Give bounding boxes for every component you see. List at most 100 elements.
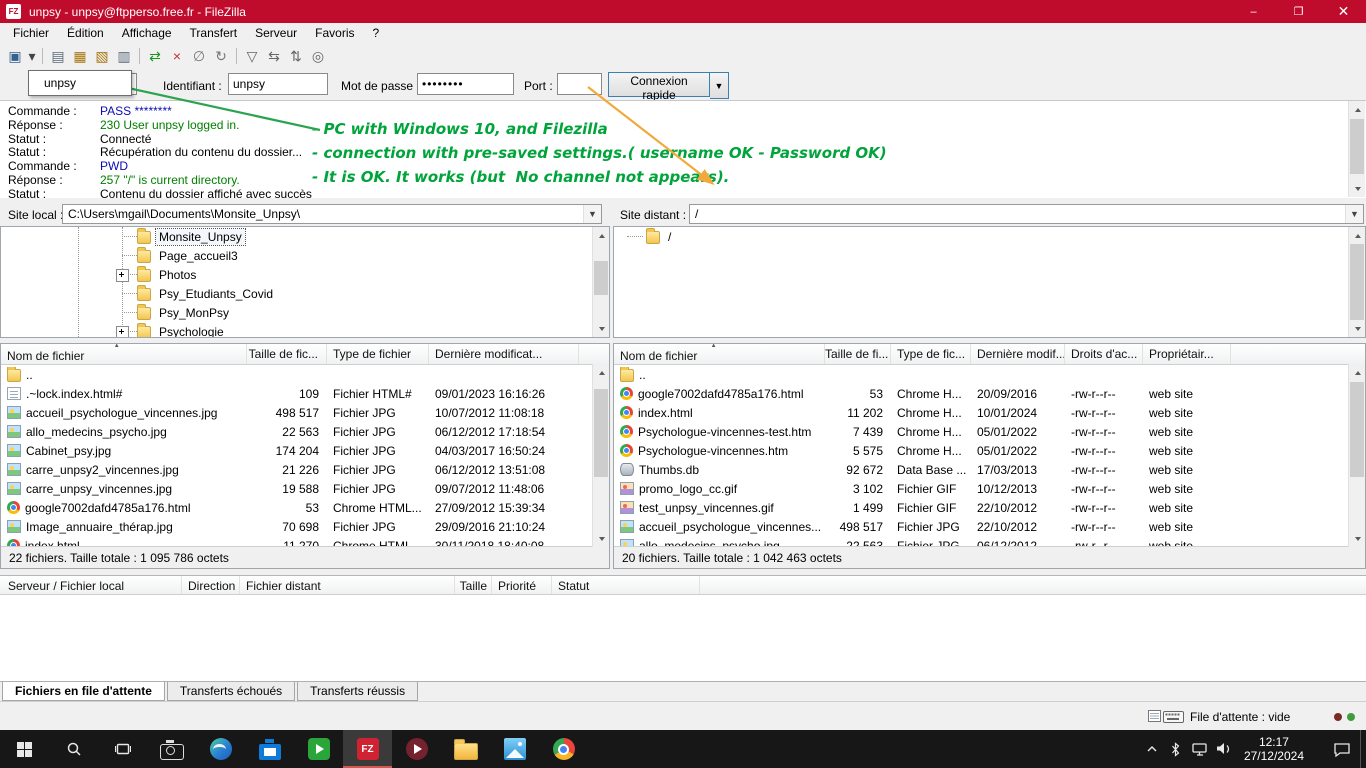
quickconnect-button[interactable]: Connexion rapide <box>608 72 710 97</box>
microsoft-store[interactable] <box>245 730 294 768</box>
column-header-size[interactable]: Taille de fic... <box>247 344 327 364</box>
log-scrollbar[interactable] <box>1348 101 1365 197</box>
scroll-up-icon[interactable] <box>1349 227 1366 244</box>
toggle-message-log-icon[interactable]: ▤ <box>47 45 69 67</box>
remote-tree-scrollbar[interactable] <box>1348 227 1365 337</box>
file-row[interactable]: accueil_psychologue_vincennes... 498 517… <box>614 517 1365 536</box>
file-row[interactable]: carre_unpsy_vincennes.jpg 19 588 Fichier… <box>1 479 609 498</box>
file-row[interactable]: Cabinet_psy.jpg 174 204 Fichier JPG 04/0… <box>1 441 609 460</box>
find-icon[interactable]: ◎ <box>307 45 329 67</box>
menu-item[interactable]: ? <box>364 23 389 43</box>
close-button[interactable]: ✕ <box>1321 0 1366 23</box>
scrollbar-thumb[interactable] <box>594 389 608 477</box>
scroll-down-icon[interactable] <box>1349 320 1366 337</box>
host-suggestion-dropdown[interactable]: unpsy <box>28 70 132 96</box>
column-header-date[interactable]: Dernière modificat... <box>429 344 579 364</box>
file-row[interactable]: Psychologue-vincennes.htm 5 575 Chrome H… <box>614 441 1365 460</box>
photos-app[interactable] <box>490 730 539 768</box>
file-row[interactable]: Image_annuaire_thérap.jpg 70 698 Fichier… <box>1 517 609 536</box>
queue-column-status[interactable]: Statut <box>552 576 700 594</box>
file-row[interactable]: google7002dafd4785a176.html 53 Chrome HT… <box>1 498 609 517</box>
file-row[interactable]: Thumbs.db 92 672 Data Base ... 17/03/201… <box>614 460 1365 479</box>
scroll-up-icon[interactable] <box>1349 101 1366 118</box>
scrollbar-thumb[interactable] <box>1350 119 1364 174</box>
filter-icon[interactable]: ▽ <box>241 45 263 67</box>
start-button[interactable] <box>0 730 49 768</box>
file-row[interactable]: accueil_psychologue_vincennes.jpg 498 51… <box>1 403 609 422</box>
action-center-button[interactable] <box>1324 730 1360 768</box>
local-tree-scrollbar[interactable] <box>592 227 609 337</box>
disconnect-icon[interactable]: ∅ <box>188 45 210 67</box>
task-view-button[interactable] <box>98 730 147 768</box>
chevron-down-icon[interactable]: ▼ <box>1345 205 1363 223</box>
menu-item[interactable]: Fichier <box>4 23 58 43</box>
menu-item[interactable]: Serveur <box>246 23 306 43</box>
sync-browse-icon[interactable]: ⇅ <box>285 45 307 67</box>
site-manager-dropdown-icon[interactable]: ▾ <box>26 45 38 67</box>
show-desktop-button[interactable] <box>1360 730 1366 768</box>
refresh-icon[interactable]: ⇄ <box>144 45 166 67</box>
file-row[interactable]: promo_logo_cc.gif 3 102 Fichier GIF 10/1… <box>614 479 1365 498</box>
taskbar-clock[interactable]: 12:17 27/12/2024 <box>1236 735 1312 763</box>
tree-item[interactable]: / <box>614 227 1365 246</box>
scroll-down-icon[interactable] <box>1349 180 1366 197</box>
port-input[interactable] <box>557 73 602 95</box>
chevron-down-icon[interactable]: ▼ <box>583 205 601 223</box>
queue-tab[interactable]: Transferts réussis <box>297 682 418 701</box>
column-header-name[interactable]: Nom de fichier <box>1 344 247 364</box>
file-explorer[interactable] <box>441 730 490 768</box>
file-row[interactable]: test_unpsy_vincennes.gif 1 499 Fichier G… <box>614 498 1365 517</box>
minimize-button[interactable]: – <box>1231 0 1276 23</box>
toggle-queue-icon[interactable]: ▥ <box>113 45 135 67</box>
scroll-up-icon[interactable] <box>1349 364 1366 381</box>
toggle-remote-tree-icon[interactable]: ▧ <box>91 45 113 67</box>
queue-column-server[interactable]: Serveur / Fichier local <box>0 576 182 594</box>
scroll-up-icon[interactable] <box>593 364 610 381</box>
menu-item[interactable]: Édition <box>58 23 113 43</box>
file-row[interactable]: .. <box>614 365 1365 384</box>
tray-chevron-up-icon[interactable] <box>1140 730 1164 768</box>
queue-column-priority[interactable]: Priorité <box>492 576 552 594</box>
compare-icon[interactable]: ⇆ <box>263 45 285 67</box>
column-header-date[interactable]: Dernière modif... <box>971 344 1065 364</box>
volume-icon[interactable] <box>1212 730 1236 768</box>
file-row[interactable]: index.html 11 202 Chrome H... 10/01/2024… <box>614 403 1365 422</box>
local-path-combo[interactable]: C:\Users\mgail\Documents\Monsite_Unpsy\ … <box>62 204 602 224</box>
scroll-down-icon[interactable] <box>593 320 610 337</box>
queue-column-direction[interactable]: Direction <box>182 576 240 594</box>
column-header-owner[interactable]: Propriétair... <box>1143 344 1231 364</box>
remote-list-scrollbar[interactable] <box>1348 364 1365 547</box>
media-player-app[interactable] <box>392 730 441 768</box>
tree-item[interactable]: Psy_Etudiants_Covid <box>1 284 609 303</box>
scroll-down-icon[interactable] <box>593 530 610 547</box>
column-header-name[interactable]: Nom de fichier <box>614 344 825 364</box>
file-row[interactable]: Psychologue-vincennes-test.htm 7 439 Chr… <box>614 422 1365 441</box>
file-row[interactable]: carre_unpsy2_vincennes.jpg 21 226 Fichie… <box>1 460 609 479</box>
separator[interactable] <box>236 48 237 64</box>
scrollbar-thumb[interactable] <box>1350 382 1364 477</box>
tree-item[interactable]: Psy_MonPsy <box>1 303 609 322</box>
site-manager-icon[interactable]: ▣ <box>4 45 26 67</box>
scroll-down-icon[interactable] <box>1349 530 1366 547</box>
column-header-rights[interactable]: Droits d'ac... <box>1065 344 1143 364</box>
menu-item[interactable]: Favoris <box>306 23 363 43</box>
reconnect-icon[interactable]: ↻ <box>210 45 232 67</box>
queue-tab[interactable]: Transferts échoués <box>167 682 295 701</box>
local-list-scrollbar[interactable] <box>592 364 609 547</box>
column-header-size[interactable]: Taille de fi... <box>825 344 891 364</box>
scrollbar-thumb[interactable] <box>1350 244 1364 320</box>
scroll-up-icon[interactable] <box>593 227 610 244</box>
tree-item[interactable]: Psychologie <box>1 322 609 338</box>
tree-item[interactable]: Monsite_Unpsy <box>1 227 609 246</box>
queue-tab[interactable]: Fichiers en file d'attente <box>2 682 165 701</box>
chrome-browser[interactable] <box>539 730 588 768</box>
search-button[interactable] <box>49 730 98 768</box>
scrollbar-thumb[interactable] <box>594 261 608 295</box>
bluetooth-icon[interactable] <box>1164 730 1188 768</box>
edge-browser[interactable] <box>196 730 245 768</box>
queue-column-size[interactable]: Taille <box>455 576 492 594</box>
file-row[interactable]: allo_medecins_psycho.jpg 22 563 Fichier … <box>1 422 609 441</box>
camera-app[interactable] <box>147 730 196 768</box>
password-input[interactable] <box>417 73 514 95</box>
expander-plus-icon[interactable] <box>116 326 129 338</box>
